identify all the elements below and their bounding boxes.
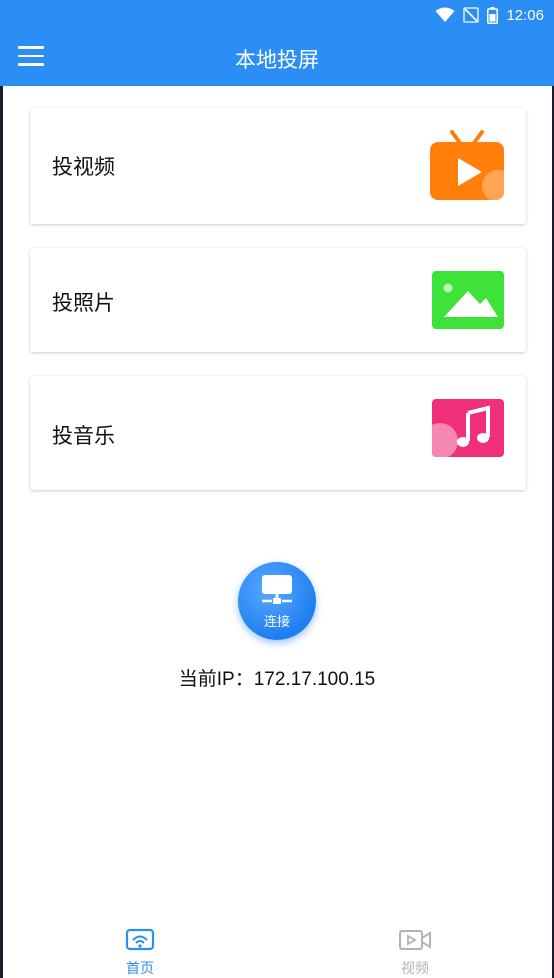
bottom-nav: 首页 视频 [0,920,554,978]
connect-button[interactable]: 连接 [238,562,316,640]
nav-video[interactable]: 视频 [375,928,455,978]
current-ip: 当前IP：172.17.100.15 [178,669,376,690]
cast-photo-card[interactable]: 投照片 [30,248,526,352]
cast-music-label: 投音乐 [52,424,115,448]
status-bar: 12:06 [0,0,554,30]
no-signal-icon [463,7,480,23]
status-time: 12:06 [506,6,544,24]
nav-home-label: 首页 [126,961,154,977]
tv-video-icon [430,130,504,200]
cast-photo-label: 投照片 [52,291,115,315]
cast-video-card[interactable]: 投视频 [30,108,526,224]
music-note-icon [432,399,504,457]
cast-music-card[interactable]: 投音乐 [30,376,526,490]
battery-icon [487,6,499,24]
cast-options: 投视频 投照片 投音乐 [30,108,526,514]
page-title: 本地投屏 [235,48,319,72]
monitor-network-icon [262,575,292,604]
nav-home[interactable]: 首页 [100,928,180,978]
status-icons: 12:06 [435,5,544,25]
wifi-tv-icon [125,928,155,951]
cast-video-label: 投视频 [52,155,115,179]
nav-video-label: 视频 [401,961,429,977]
app-bar: 本地投屏 [0,30,554,86]
connect-label: 连接 [263,615,290,630]
wifi-icon [435,7,455,22]
video-icon [399,930,431,950]
image-icon [432,271,504,329]
